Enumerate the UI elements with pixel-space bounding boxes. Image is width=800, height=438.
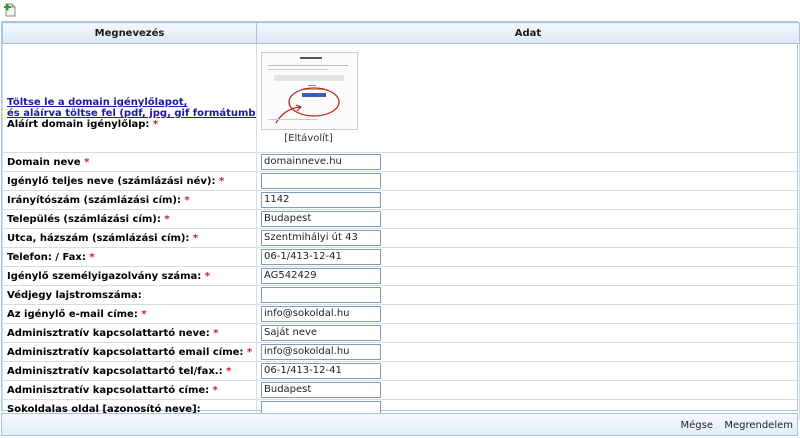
field-input[interactable]: domainneve.hu [261, 154, 381, 170]
uploaded-form-thumbnail[interactable] [261, 52, 358, 130]
required-marker: * [184, 194, 190, 206]
field-label: Utca, házszám (számlázási cím): [7, 232, 190, 244]
required-marker: * [204, 270, 211, 282]
field-label: Település (számlázási cím): [7, 213, 161, 225]
upload-label: Aláírt domain igénylőlap: [7, 119, 150, 130]
form-row: Telefon: / Fax: * 06-1/413-12-41 [2, 247, 800, 267]
field-label: Igénylő teljes neve (számlázási név): [7, 175, 216, 187]
form-row: Adminisztratív kapcsolattartó tel/fax.: … [2, 361, 800, 381]
field-input[interactable]: AG542429 [261, 268, 381, 284]
field-label: Adminisztratív kapcsolattartó címe: [7, 384, 210, 396]
field-input[interactable]: 1142 [261, 192, 381, 208]
required-marker: * [212, 384, 218, 396]
field-input[interactable]: Saját neve [261, 325, 381, 341]
field-input[interactable] [261, 287, 381, 303]
required-marker: * [213, 327, 219, 339]
form-row: Adminisztratív kapcsolattartó címe: * Bud… [2, 380, 800, 400]
upload-row: Töltse le a domain igénylőlapot, és aláí… [2, 43, 800, 153]
thumbnail-document-image [262, 53, 357, 129]
order-button[interactable]: Megrendelem [724, 420, 793, 431]
field-input[interactable]: Szentmihályi út 43 [261, 230, 381, 246]
required-marker: * [152, 119, 159, 130]
new-document-plus-icon[interactable] [4, 3, 17, 17]
order-form-panel: Megnevezés Adat Töltse le a domain igény… [1, 21, 800, 419]
field-label: Domain neve [7, 156, 81, 168]
action-bar: Mégse Megrendelem [1, 413, 798, 436]
required-marker: * [246, 346, 253, 358]
required-marker: * [141, 308, 147, 320]
form-row: Adminisztratív kapcsolattartó neve: * Saj… [2, 323, 800, 343]
form-row: Védjegy lajstromszáma: [2, 285, 800, 305]
toolbar [0, 0, 800, 20]
field-input[interactable]: info@sokoldal.hu [261, 344, 381, 360]
field-label: Adminisztratív kapcsolattartó tel/fax.: [7, 365, 223, 377]
column-header-name: Megnevezés [2, 22, 257, 44]
required-marker: * [164, 213, 170, 225]
required-marker: * [226, 365, 232, 377]
field-input[interactable]: 06-1/413-12-41 [261, 249, 381, 265]
order-form-table: Megnevezés Adat Töltse le a domain igény… [2, 22, 800, 419]
field-input[interactable]: info@sokoldal.hu [261, 306, 381, 322]
form-row: Igénylő személyigazolvány száma: * AG5424… [2, 266, 800, 286]
column-header-value: Adat [256, 22, 800, 44]
form-row: Település (számlázási cím): * Budapest [2, 209, 800, 229]
download-form-link[interactable]: Töltse le a domain igénylőlapot, és aláí… [7, 97, 256, 119]
field-label: Adminisztratív kapcsolattartó neve: [7, 327, 210, 339]
form-row: Domain neve * domainneve.hu [2, 152, 800, 172]
required-marker: * [89, 251, 95, 263]
cancel-button[interactable]: Mégse [681, 420, 714, 431]
field-label: Telefon: / Fax: [7, 251, 86, 263]
field-label: Védjegy lajstromszáma: [7, 289, 142, 301]
form-row: Igénylő teljes neve (számlázási név): * [2, 171, 800, 191]
field-input[interactable]: 06-1/413-12-41 [261, 363, 381, 379]
form-row: Utca, házszám (számlázási cím): * Szentmi… [2, 228, 800, 248]
remove-upload-link[interactable]: [Eltávolít] [261, 133, 356, 144]
field-label: Az igénylő e-mail címe: [7, 308, 138, 320]
field-input[interactable]: Budapest [261, 382, 381, 398]
field-input[interactable] [261, 173, 381, 189]
field-label: Igénylő személyigazolvány száma: [7, 270, 202, 282]
required-marker: * [192, 232, 199, 244]
form-row: Adminisztratív kapcsolattartó email címe… [2, 342, 800, 362]
field-input[interactable]: Budapest [261, 211, 381, 227]
form-row: Irányítószám (számlázási cím): * 1142 [2, 190, 800, 210]
field-label: Irányítószám (számlázási cím): [7, 194, 181, 206]
download-link-line2: és aláírva töltse fel (pdf, jpg, gif for… [7, 108, 257, 119]
field-label: Adminisztratív kapcsolattartó email címe… [7, 346, 244, 358]
required-marker: * [84, 156, 90, 168]
required-marker: * [219, 175, 225, 187]
form-row: Az igénylő e-mail címe: * info@sokoldal.h… [2, 304, 800, 324]
download-link-line1: Töltse le a domain igénylőlapot, [7, 97, 188, 108]
